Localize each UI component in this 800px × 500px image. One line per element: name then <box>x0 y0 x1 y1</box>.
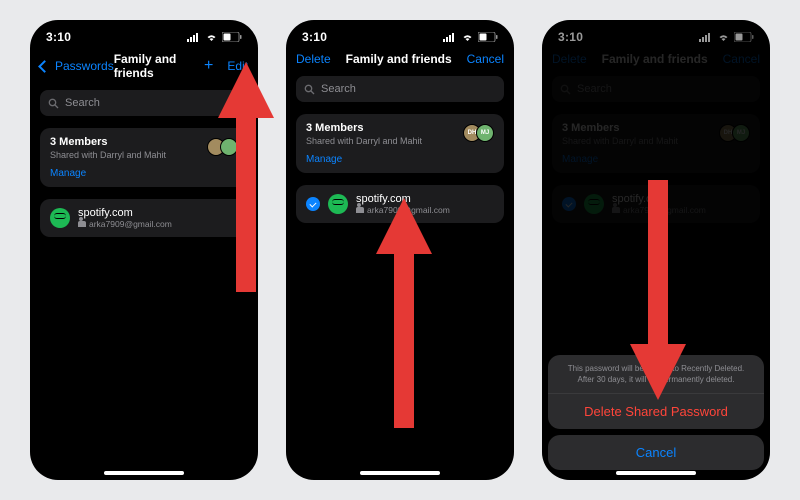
credential-row[interactable]: spotify.com arka7909@gmail.com <box>296 185 504 223</box>
phone-screen-3: 3:10 Delete Family and friends Cancel Se… <box>542 20 770 480</box>
page-title: Family and friends <box>346 52 452 66</box>
delete-shared-password-button[interactable]: Delete Shared Password <box>548 394 764 429</box>
phone-screen-1: 3:10 Passwords Family and friends + Edit… <box>30 20 258 480</box>
search-icon <box>304 84 315 95</box>
spotify-icon <box>50 208 70 228</box>
signal-icon <box>443 33 457 42</box>
home-indicator <box>360 471 440 475</box>
page-title: Family and friends <box>114 52 204 80</box>
avatar: MJ <box>476 124 494 142</box>
search-icon <box>48 98 59 109</box>
cancel-button[interactable]: Cancel <box>467 52 504 66</box>
search-placeholder: Search <box>65 97 100 109</box>
status-time: 3:10 <box>302 30 327 44</box>
credential-username: arka7909@gmail.com <box>78 219 172 229</box>
battery-icon <box>222 32 242 42</box>
manage-button[interactable]: Manage <box>306 154 494 165</box>
search-field[interactable]: Search <box>40 90 248 116</box>
members-card: 3 Members Shared with Darryl and Mahit M… <box>296 114 504 173</box>
edit-button[interactable]: Edit <box>227 59 248 73</box>
battery-icon <box>478 32 498 42</box>
delete-button[interactable]: Delete <box>296 52 331 66</box>
credential-row[interactable]: spotify.com arka7909@gmail.com <box>40 199 248 237</box>
credential-site: spotify.com <box>78 207 172 219</box>
credential-username: arka7909@gmail.com <box>356 205 450 215</box>
signal-icon <box>187 33 201 42</box>
phone-screen-2: 3:10 Delete Family and friends Cancel Se… <box>286 20 514 480</box>
back-button[interactable]: Passwords <box>40 59 114 73</box>
status-indicators <box>187 32 242 42</box>
checkmark-circle-icon <box>306 197 320 211</box>
credential-site: spotify.com <box>356 193 450 205</box>
member-avatars <box>207 138 238 156</box>
wifi-icon <box>461 33 474 42</box>
spotify-icon <box>328 194 348 214</box>
avatar <box>220 138 238 156</box>
wifi-icon <box>205 33 218 42</box>
status-time: 3:10 <box>46 30 71 44</box>
search-placeholder: Search <box>321 83 356 95</box>
manage-button[interactable]: Manage <box>50 168 238 179</box>
members-card: 3 Members Shared with Darryl and Mahit M… <box>40 128 248 187</box>
home-indicator <box>616 471 696 475</box>
people-icon <box>356 207 364 213</box>
chevron-back-icon <box>38 60 51 73</box>
tutorial-triptych: 3:10 Passwords Family and friends + Edit… <box>30 20 770 480</box>
status-bar: 3:10 <box>30 20 258 48</box>
nav-bar: Delete Family and friends Cancel <box>286 48 514 76</box>
home-indicator <box>104 471 184 475</box>
sheet-message: This password will be moved to Recently … <box>548 355 764 394</box>
member-avatars: DH MJ <box>463 124 494 142</box>
nav-bar: Passwords Family and friends + Edit <box>30 48 258 90</box>
sheet-cancel-button[interactable]: Cancel <box>548 435 764 470</box>
add-button[interactable]: + <box>204 58 213 74</box>
search-field[interactable]: Search <box>296 76 504 102</box>
status-indicators <box>443 32 498 42</box>
status-bar: 3:10 <box>286 20 514 48</box>
back-label: Passwords <box>55 59 114 73</box>
people-icon <box>78 221 86 227</box>
action-sheet: This password will be moved to Recently … <box>548 355 764 470</box>
